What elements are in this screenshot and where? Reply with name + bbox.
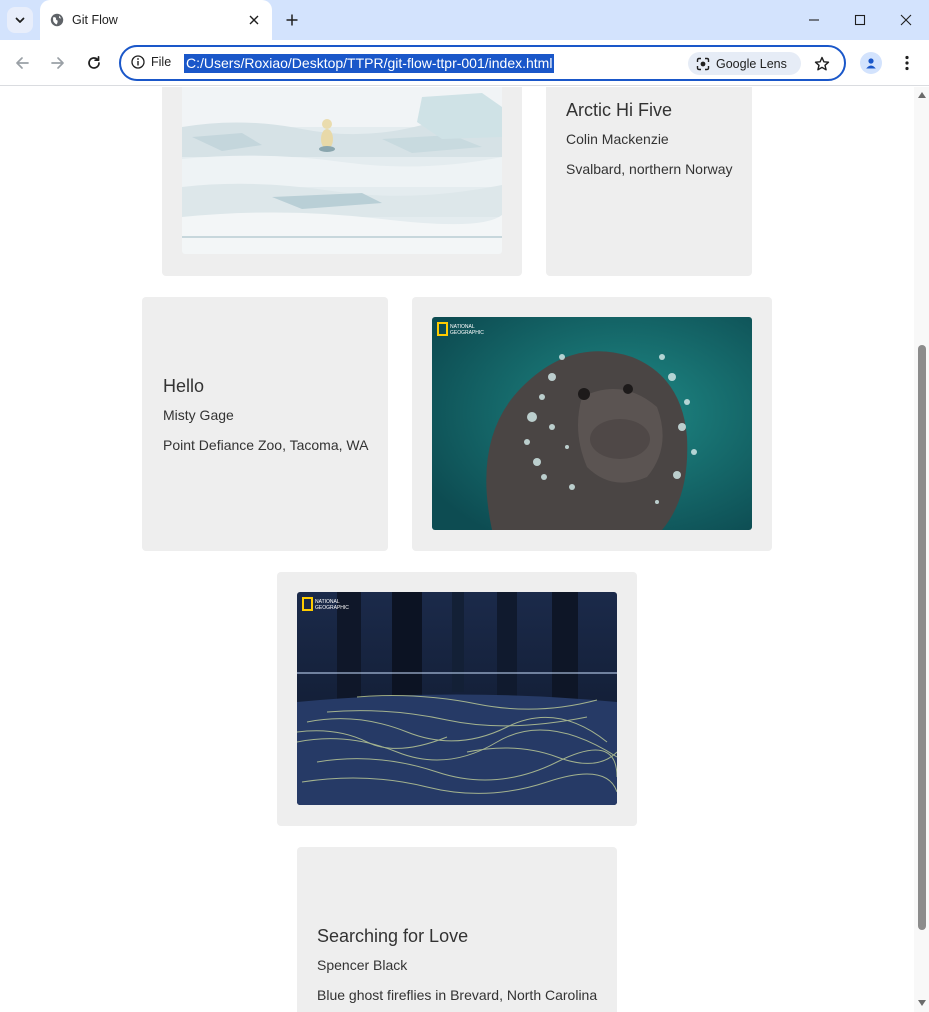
card-title: Arctic Hi Five	[566, 100, 673, 120]
card-location: Blue ghost fireflies in Brevard, North C…	[317, 987, 598, 1003]
url-text[interactable]: C:/Users/Roxiao/Desktop/TTPR/git-flow-tt…	[184, 54, 555, 73]
walrus-photo: NATIONAL GEOGRAPHIC	[432, 317, 752, 530]
polar-bear-image	[182, 87, 502, 254]
person-icon	[866, 58, 876, 69]
walrus-image: NATIONAL GEOGRAPHIC	[432, 317, 752, 530]
profile-button[interactable]	[860, 52, 882, 74]
triangle-down-icon	[918, 1000, 926, 1006]
back-button[interactable]	[11, 52, 33, 74]
lens-icon	[696, 57, 710, 70]
info-card-hello: Hello Misty Gage Point Defiance Zoo, Tac…	[142, 297, 388, 551]
card-title: Hello	[163, 376, 205, 396]
info-card-searching-for-love: Searching for Love Spencer Black Blue gh…	[297, 847, 617, 1012]
reload-icon	[88, 55, 100, 69]
walrus-logo-line: GEOGRAPHIC	[450, 330, 484, 336]
arrow-left-icon	[16, 57, 29, 69]
site-info-label: File	[151, 55, 172, 69]
maximize-button[interactable]	[849, 9, 871, 31]
minimize-icon	[809, 19, 819, 21]
page-viewport: Arctic Hi Five Colin Mackenzie Svalbard,…	[0, 87, 914, 1012]
card-location: Point Defiance Zoo, Tacoma, WA	[163, 437, 369, 453]
card-photographer: Spencer Black	[317, 957, 408, 973]
new-tab-button[interactable]	[282, 10, 302, 30]
scroll-down-button[interactable]	[917, 999, 927, 1007]
tab-title: Git Flow	[72, 13, 118, 27]
window-close-button[interactable]	[895, 9, 917, 31]
globe-icon	[50, 13, 64, 27]
google-lens-label: Google Lens	[716, 56, 787, 71]
more-vert-icon	[905, 55, 909, 71]
site-info-button[interactable]: File	[131, 55, 171, 69]
reload-button[interactable]	[83, 52, 105, 74]
close-icon	[900, 14, 912, 26]
fireflies-photo: NATIONAL GEOGRAPHIC	[297, 592, 617, 805]
active-tab[interactable]: Git Flow	[40, 0, 272, 40]
polar-bear-photo	[182, 87, 502, 254]
card-info: Arctic Hi Five Colin Mackenzie Svalbard,…	[566, 100, 746, 191]
scroll-thumb[interactable]	[918, 345, 926, 930]
card-photographer: Misty Gage	[163, 407, 234, 423]
scroll-up-button[interactable]	[917, 91, 927, 99]
photo-card-walrus: NATIONAL GEOGRAPHIC	[412, 297, 772, 551]
info-icon	[131, 55, 145, 69]
bookmark-button[interactable]	[811, 53, 833, 75]
browser-menu-button[interactable]	[897, 52, 917, 74]
chevron-down-icon	[15, 17, 25, 23]
google-lens-button[interactable]: Google Lens	[688, 52, 801, 75]
photo-card-polar-bear	[162, 87, 522, 276]
photo-card-fireflies: NATIONAL GEOGRAPHIC	[277, 572, 637, 826]
plus-icon	[286, 14, 298, 26]
star-icon	[814, 56, 830, 71]
info-card-arctic-hi-five: Arctic Hi Five Colin Mackenzie Svalbard,…	[546, 87, 752, 276]
fireflies-image: NATIONAL GEOGRAPHIC	[297, 592, 617, 805]
page-scrollbar[interactable]	[914, 87, 929, 1012]
tab-close-button[interactable]	[246, 12, 262, 28]
tab-search-button[interactable]	[7, 7, 33, 33]
card-photographer: Colin Mackenzie	[566, 131, 669, 147]
minimize-button[interactable]	[803, 9, 825, 31]
maximize-icon	[854, 14, 866, 26]
browser-toolbar: File C:/Users/Roxiao/Desktop/TTPR/git-fl…	[0, 40, 929, 86]
triangle-up-icon	[918, 92, 926, 98]
fireflies-logo-line: GEOGRAPHIC	[315, 605, 349, 611]
close-icon	[249, 15, 259, 25]
card-info: Hello Misty Gage Point Defiance Zoo, Tac…	[163, 376, 383, 467]
forward-button[interactable]	[47, 52, 69, 74]
card-location: Svalbard, northern Norway	[566, 161, 733, 177]
card-title: Searching for Love	[317, 926, 469, 946]
address-bar[interactable]: File C:/Users/Roxiao/Desktop/TTPR/git-fl…	[119, 45, 846, 81]
title-bar: Git Flow	[0, 0, 929, 40]
card-info: Searching for Love Spencer Black Blue gh…	[317, 926, 613, 1012]
arrow-right-icon	[51, 57, 64, 69]
